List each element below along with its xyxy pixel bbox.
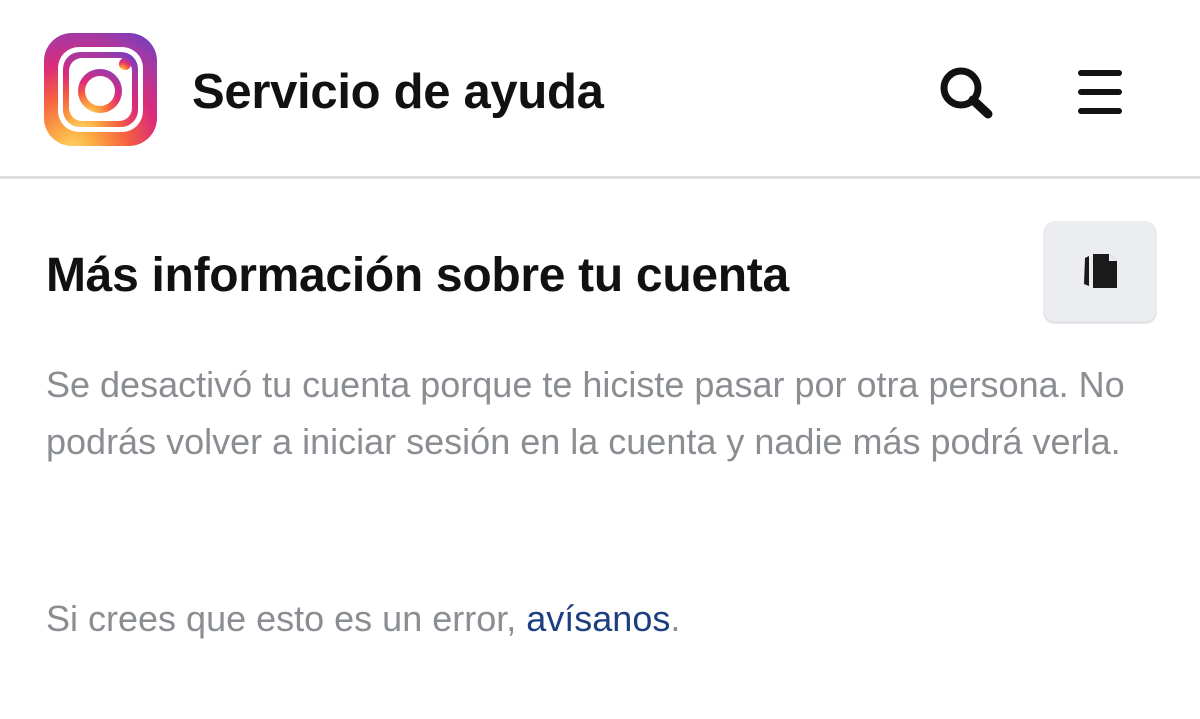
copy-icon [1084, 254, 1117, 288]
header: Servicio de ayuda [0, 0, 1200, 179]
notify-us-link[interactable]: avísanos [526, 598, 670, 639]
search-icon[interactable] [932, 62, 998, 122]
article-title: Más información sobre tu cuenta [46, 249, 789, 302]
paragraph-text: Se desactivó tu cuenta porque te hiciste… [46, 364, 1125, 462]
hamburger-menu-icon[interactable] [1074, 66, 1126, 118]
site-title: Servicio de ayuda [192, 65, 604, 119]
paragraph-suffix: . [670, 598, 681, 639]
error-report-paragraph: Si crees que esto es un error, avísanos. [46, 590, 1156, 647]
instagram-logo-icon[interactable] [44, 33, 157, 146]
paragraph-prefix: Si crees que esto es un error, [46, 598, 527, 639]
copy-link-button[interactable] [1043, 221, 1157, 321]
article-paragraph: Se desactivó tu cuenta porque te hiciste… [46, 356, 1156, 470]
